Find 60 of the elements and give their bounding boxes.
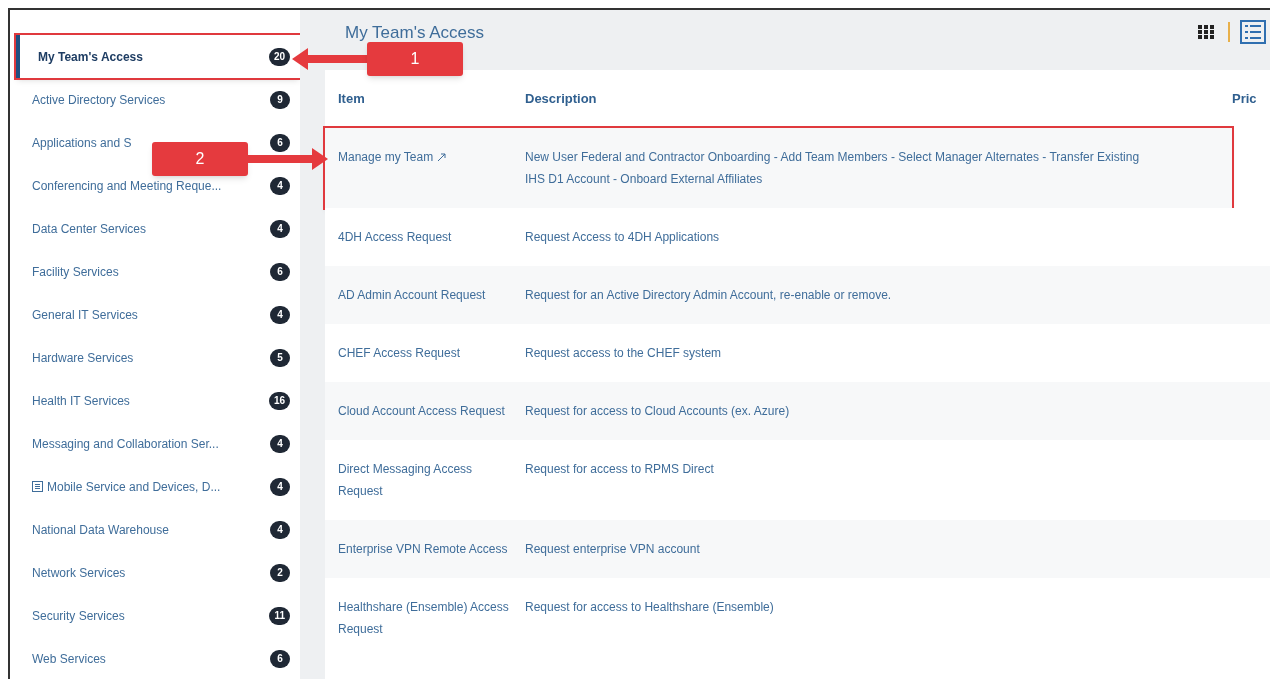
column-header: Description (525, 90, 598, 109)
sidebar-item-label[interactable]: Web Services (32, 649, 106, 668)
item-description: Request enterprise VPN account (525, 541, 701, 558)
count-badge: 20 (268, 47, 290, 66)
sidebar-item-label[interactable]: Mobile Service and Devices, D... (47, 477, 221, 496)
list-view-button[interactable] (1240, 20, 1266, 44)
sidebar-item-label[interactable]: Conferencing and Meeting Reque... (32, 176, 222, 195)
item-description: Request for access to Cloud Accounts (ex. Azure) (525, 403, 791, 420)
item-link[interactable]: Healthshare (Ensemble) Access Request (338, 596, 517, 640)
page-title: My Team's Access (345, 22, 484, 44)
sidebar-item-label[interactable]: National Data Warehouse (32, 520, 169, 539)
count-badge: 4 (270, 305, 290, 324)
table-row[interactable]: AD Admin Account Request Request for an Active Directory Admin Account, re-enable or remove. (325, 266, 1270, 324)
annotation-tooltip: 1 (367, 42, 463, 76)
count-badge: 6 (270, 649, 290, 668)
sidebar-item-label[interactable]: General IT Services (32, 305, 138, 324)
arrow-icon (248, 147, 328, 171)
count-badge: 5 (270, 348, 290, 367)
annotation-tooltip: 2 (152, 142, 248, 176)
table-row[interactable]: Enterprise VPN Remote Access Request enterprise VPN account (325, 520, 1270, 578)
item-description: Request Access to 4DH Applications (525, 229, 721, 246)
sidebar-item-label[interactable]: My Team's Access (38, 47, 143, 66)
count-badge: 9 (270, 90, 290, 109)
item-link[interactable]: CHEF Access Request (338, 342, 461, 364)
sidebar-item-label[interactable]: Network Services (32, 563, 126, 582)
count-badge: 6 (270, 262, 290, 281)
count-badge: 4 (270, 477, 290, 496)
sidebar-item-label[interactable]: Active Directory Services (32, 90, 166, 109)
item-link[interactable]: Enterprise VPN Remote Access (338, 538, 508, 560)
column-header: Pric (1232, 90, 1258, 109)
arrow-icon (292, 47, 367, 71)
sidebar-item-label[interactable]: Messaging and Collaboration Ser... (32, 434, 219, 453)
grid-icon (1198, 25, 1214, 39)
item-description: Request for access to RPMS Direct (525, 461, 715, 478)
count-badge: 16 (268, 391, 290, 410)
count-badge: 11 (269, 606, 290, 625)
item-link[interactable]: Direct Messaging Access Request (338, 458, 517, 502)
item-description: Request for an Active Directory Admin Account, re-enable or remove. (525, 287, 893, 304)
table-row[interactable]: Cloud Account Access Request Request for access to Cloud Accounts (ex. Azure) (325, 382, 1270, 440)
item-link[interactable]: 4DH Access Request (338, 226, 452, 248)
item-link[interactable]: AD Admin Account Request (338, 284, 486, 306)
column-header: Item (337, 90, 366, 109)
sidebar-item-label[interactable]: Applications and S (32, 133, 132, 152)
list-icon (1244, 24, 1262, 40)
table-row[interactable]: Manage my Team New User Federal and Contractor Onboarding - Add Team Members - Select Manager Alternates - Transfer Existing IHS D1 Account - Onboard External Affiliates (325, 128, 1232, 208)
sidebar-item-label[interactable]: Data Center Services (32, 219, 147, 238)
count-badge: 2 (270, 563, 290, 582)
sidebar-item-label[interactable]: Health IT Services (32, 391, 130, 410)
item-description: Request access to the CHEF system (525, 345, 723, 362)
item-description: New User Federal and Contractor Onboarding - Add Team Members - Select Manager Alternates - Transfer Existing IHS D1 Account - Onboard External Affiliates (525, 149, 1141, 188)
item-description: Request for access to Healthshare (Ensemble) (525, 599, 775, 616)
item-link[interactable]: Manage my Team (338, 146, 434, 168)
count-badge: 4 (270, 176, 290, 195)
item-link[interactable]: Cloud Account Access Request (338, 400, 505, 422)
count-badge: 4 (270, 219, 290, 238)
count-badge: 4 (270, 520, 290, 539)
count-badge: 4 (270, 434, 290, 453)
sidebar-item-label[interactable]: Security Services (32, 606, 125, 625)
sidebar-item-label[interactable]: Facility Services (32, 262, 119, 281)
sidebar-item-label[interactable]: Hardware Services (32, 348, 134, 367)
